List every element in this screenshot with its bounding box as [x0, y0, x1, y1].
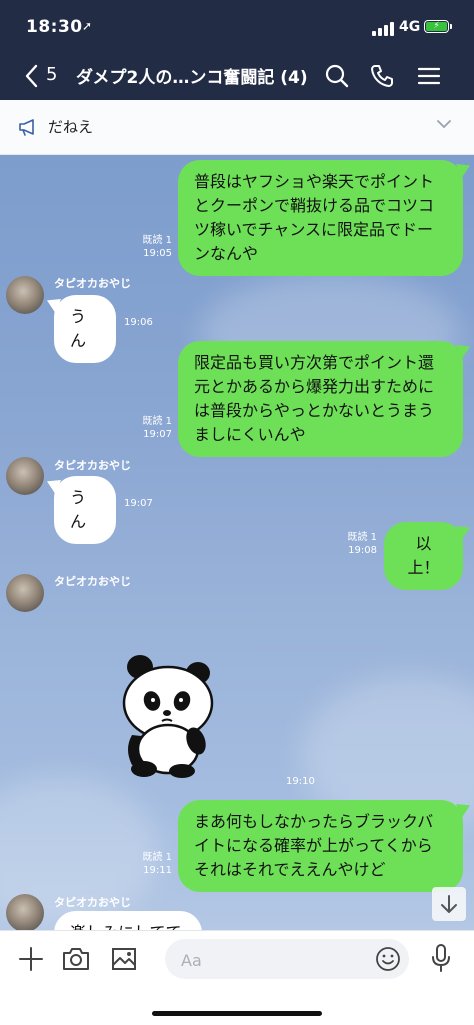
avatar[interactable] — [6, 457, 44, 495]
battery-icon: ⚡ — [424, 20, 452, 33]
input-bar — [0, 930, 474, 1025]
message-field[interactable] — [165, 939, 409, 981]
message-time: 19:10 — [286, 776, 315, 787]
phone-icon — [371, 65, 393, 87]
microphone-icon[interactable] — [429, 943, 453, 975]
message-time: 19:05 — [143, 248, 172, 259]
chevron-down-icon[interactable] — [436, 118, 452, 130]
home-indicator — [152, 1011, 322, 1016]
chat-title: ダメプ2人の…ンコ奮闘記 (4) — [76, 68, 308, 88]
search-icon — [325, 64, 349, 88]
my-message-bubble[interactable]: まあ何もしなかったらブラックバイトになる確率が上がってくからそれはそれでええんや… — [178, 800, 463, 892]
message-meta: 既読 1 19:05 — [128, 234, 172, 260]
status-bar: 18:30 ➚ 4G ⚡ — [0, 0, 474, 52]
read-receipt: 既読 1 — [347, 532, 377, 543]
message-time: 19:06 — [124, 317, 153, 328]
camera-icon[interactable] — [61, 946, 91, 972]
menu-icon — [417, 67, 441, 85]
sender-name: タピオカおやじ — [54, 277, 131, 290]
scroll-to-bottom-button[interactable] — [432, 887, 466, 921]
their-message-bubble[interactable]: うん — [54, 476, 116, 544]
emoji-icon[interactable] — [375, 946, 401, 972]
avatar[interactable] — [6, 894, 44, 930]
location-arrow-icon: ➚ — [82, 19, 93, 33]
announcement-text: だねえ — [48, 118, 94, 136]
message-meta: 既読 1 19:08 — [333, 531, 377, 557]
sender-name: タピオカおやじ — [54, 896, 131, 909]
plus-icon[interactable] — [17, 945, 45, 973]
menu-button[interactable] — [415, 62, 443, 90]
message-time: 19:07 — [143, 429, 172, 440]
megaphone-icon — [19, 119, 34, 136]
message-time: 19:11 — [143, 865, 172, 876]
network-type: 4G — [399, 19, 421, 35]
call-button[interactable] — [368, 62, 396, 90]
message-input[interactable] — [179, 939, 363, 981]
image-icon[interactable] — [110, 946, 138, 972]
avatar[interactable] — [6, 574, 44, 612]
message-time: 19:07 — [124, 498, 153, 509]
chat-header: 5 ダメプ2人の…ンコ奮闘記 (4) — [0, 52, 474, 100]
announcement-banner[interactable]: だねえ — [0, 100, 474, 155]
arrow-down-icon — [441, 895, 457, 913]
status-time: 18:30 — [26, 17, 83, 37]
message-meta: 既読 1 19:07 — [128, 415, 172, 441]
sender-name: タピオカおやじ — [54, 575, 131, 588]
cellular-signal-icon — [372, 22, 396, 36]
their-message-bubble[interactable]: 楽しみにしてて — [54, 911, 202, 930]
read-receipt: 既読 1 — [142, 852, 172, 863]
my-message-bubble[interactable]: 以上！ — [384, 522, 463, 590]
back-button[interactable]: 5 — [24, 62, 58, 90]
search-button[interactable] — [323, 62, 351, 90]
read-receipt: 既読 1 — [142, 416, 172, 427]
message-meta: 既読 1 19:11 — [128, 851, 172, 877]
my-message-bubble[interactable]: 限定品も買い方次第でポイント還元とかあるから爆発力出すためには普段からやっとかな… — [178, 341, 463, 457]
panda-sticker[interactable] — [110, 653, 220, 778]
avatar[interactable] — [6, 276, 44, 314]
my-message-bubble[interactable]: 普段はヤフショや楽天でポイントとクーポンで鞘抜ける品でコツコツ稼いでチャンスに限… — [178, 160, 463, 276]
sender-name: タピオカおやじ — [54, 459, 131, 472]
unread-count: 5 — [46, 64, 58, 85]
read-receipt: 既読 1 — [142, 235, 172, 246]
their-message-bubble[interactable]: うん — [54, 295, 116, 363]
chat-area[interactable]: 普段はヤフショや楽天でポイントとクーポンで鞘抜ける品でコツコツ稼いでチャンスに限… — [0, 155, 474, 930]
chevron-left-icon — [25, 64, 38, 88]
message-time: 19:08 — [348, 545, 377, 556]
top-bar: 18:30 ➚ 4G ⚡ 5 ダメプ2人の…ンコ奮闘記 (4) — [0, 0, 474, 100]
